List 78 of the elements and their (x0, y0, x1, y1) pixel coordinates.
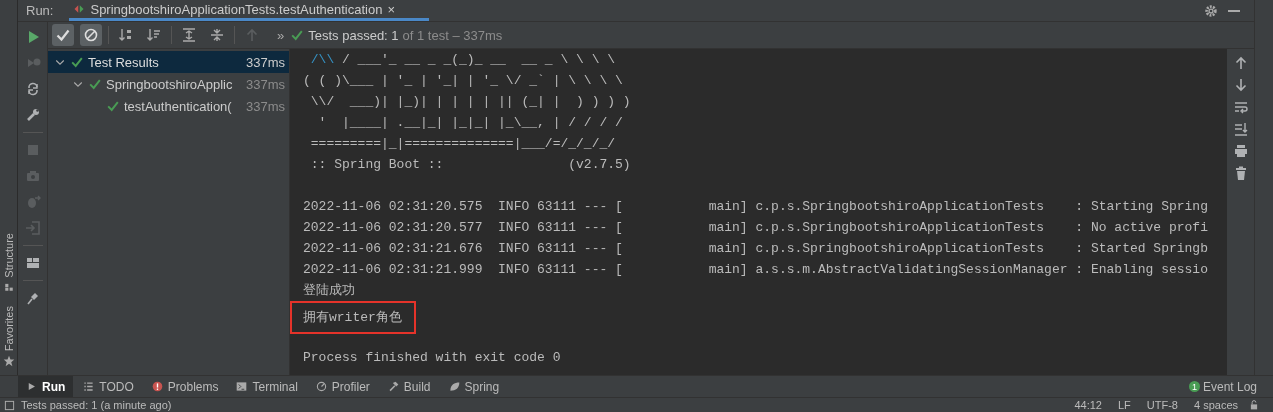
minimize-icon[interactable] (1228, 9, 1240, 12)
status-item[interactable]: LF (1117, 399, 1131, 411)
tool-window-tab[interactable]: Terminal (228, 376, 306, 397)
camera-icon (24, 168, 41, 184)
passed-icon (70, 55, 84, 69)
status-message: Tests passed: 1 (a minute ago) (21, 399, 172, 411)
collapse-icon (209, 27, 225, 43)
banner-line: /\\ / ___'_ __ _ _(_)_ __ __ _ \ \ \ \ (309, 51, 616, 69)
console-line: 登陆成功 (303, 282, 355, 300)
status-item[interactable]: 4 spaces (1193, 399, 1238, 411)
test-name: testAuthentication( (124, 98, 233, 114)
test-summary: of 1 test – 337ms (402, 27, 503, 43)
scroll-to-end-icon[interactable] (1232, 121, 1249, 137)
pin-icon (24, 290, 41, 306)
console-line: 2022-11-06 02:31:20.575 INFO 63111 --- [ main] c.p.s.SpringbootshiroApplicationTests : Starting Spring (303, 198, 1208, 216)
test-duration: 337ms (245, 76, 285, 92)
tool-window-tab[interactable]: Run (18, 376, 74, 397)
console-line: 2022-11-06 02:31:20.577 INFO 63111 --- [ main] c.p.s.SpringbootshiroApplicationTests : No active profi (303, 219, 1208, 237)
layout-icon (24, 255, 41, 271)
more-button[interactable]: » (277, 27, 285, 43)
import-icon (24, 220, 41, 236)
run-config-icon (73, 3, 86, 15)
highlighted-console-line: 拥有writer角色 (292, 303, 414, 332)
banner-line: ( ( )\___ | '_ | '_| | '_ \/ _` | \ \ \ \ (303, 72, 623, 90)
arrow-up-icon (244, 27, 260, 43)
tool-window-tab[interactable]: Problems (143, 376, 227, 397)
test-name: SpringbootshiroApplic (106, 76, 234, 92)
close-button[interactable]: × (387, 1, 396, 17)
test-duration: 337ms (245, 54, 285, 70)
print-icon[interactable] (1232, 143, 1249, 159)
lock-icon (1249, 400, 1259, 410)
panel-label: Run: (26, 3, 54, 18)
terminal-icon (236, 381, 248, 392)
show-ignored-button[interactable] (80, 24, 102, 46)
event-log-tab[interactable]: 1 Event Log (1188, 379, 1257, 394)
error-icon (151, 381, 163, 392)
notification-badge: 1 (1188, 381, 1200, 392)
banner-line: =========|_|==============|___/=/_/_/_/ (309, 135, 616, 153)
show-passed-button[interactable] (52, 24, 74, 46)
tool-window-tab[interactable]: Profiler (307, 376, 378, 397)
tree-row[interactable]: testAuthentication( 337ms (48, 95, 289, 117)
tool-window-tab[interactable]: Spring (440, 376, 508, 397)
sort-duration-icon (146, 27, 162, 43)
check-icon (290, 28, 305, 42)
tool-window-tab[interactable]: TODO (75, 376, 142, 397)
play-icon (26, 381, 37, 392)
panel-toggle-icon (4, 399, 15, 411)
test-name: Test Results (88, 54, 160, 70)
tool-window-tab[interactable]: Build (379, 376, 439, 397)
gauge-icon (315, 381, 327, 392)
console-line: 2022-11-06 02:31:21.999 INFO 63111 --- [ main] a.s.s.m.AbstractValidatingSessionManager : Enabling sessio (303, 261, 1208, 279)
status-item[interactable]: UTF-8 (1146, 399, 1178, 411)
banner-line: ' |____| .__|_| |_|_| |_\__, | / / / / (317, 114, 623, 132)
test-duration: 337ms (245, 98, 285, 114)
tree-row[interactable]: Test Results 337ms (48, 51, 289, 73)
sort-alpha-icon (118, 27, 134, 43)
tree-row[interactable]: SpringbootshiroApplic 337ms (48, 73, 289, 95)
list-icon (83, 381, 95, 392)
passed-icon (88, 77, 102, 91)
settings-icon (1204, 3, 1218, 18)
status-item[interactable]: 44:12 (1074, 399, 1102, 411)
soft-wrap-icon[interactable] (1232, 99, 1249, 115)
expand-icon (181, 27, 197, 43)
passed-icon (106, 99, 120, 113)
side-tab[interactable]: Structure (2, 233, 15, 278)
hammer-icon (387, 381, 399, 392)
side-tab[interactable]: Favorites (2, 305, 15, 351)
leaf-icon (448, 381, 460, 392)
banner-line: \\/ ___)| |_)| | | | | || (_| | ) ) ) ) (309, 93, 631, 111)
console-line: Process finished with exit code 0 (303, 349, 561, 367)
check-icon (55, 27, 71, 43)
cancel-icon (83, 27, 99, 43)
test-status: Tests passed: 1 (308, 27, 399, 43)
banner-line: :: Spring Boot :: (v2.7.5) (309, 156, 631, 174)
console-line: 2022-11-06 02:31:21.676 INFO 63111 --- [ main] c.p.s.SpringbootshiroApplicationTests : Started Springb (303, 240, 1208, 258)
structure-icon (3, 281, 14, 292)
star-icon (2, 355, 15, 367)
run-tab[interactable]: SpringbootshiroApplicationTests.testAuthentication × (69, 0, 430, 21)
